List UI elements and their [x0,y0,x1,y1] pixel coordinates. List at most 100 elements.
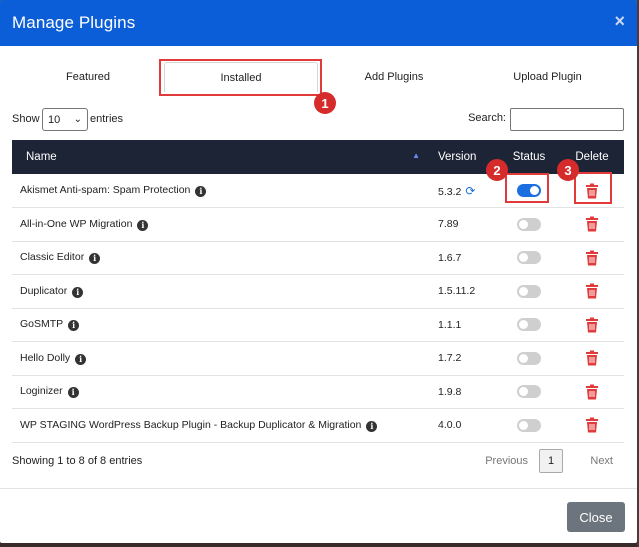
plugin-version: 1.6.7 [438,251,462,264]
status-toggle[interactable] [517,217,541,231]
trash-icon[interactable] [585,417,599,433]
search-label: Search: [468,112,506,124]
status-toggle[interactable] [517,351,541,365]
column-header-name-label: Name [26,151,57,163]
next-page-button[interactable]: Next [590,455,613,467]
table-row: All-in-One WP Migration i 7.89 [12,208,624,242]
plugin-name-cell: Duplicator i [12,275,428,309]
plugin-name-cell: Hello Dolly i [12,342,428,376]
plugin-version: 5.3.2 [438,185,462,198]
plugin-version: 7.89 [438,218,459,231]
table-controls: Show 10 ⌄ entries Search: [12,108,624,132]
plugin-status-cell [498,308,560,342]
plugin-version: 1.9.8 [438,385,462,398]
info-icon[interactable]: i [89,253,101,265]
tab-featured[interactable]: Featured [0,62,176,92]
plugin-version-cell: 1.9.8 [428,375,498,409]
plugin-delete-cell [560,208,624,242]
plugin-name: Hello Dolly [20,351,71,364]
highlight-installed-tab [159,59,322,96]
status-toggle[interactable] [517,385,541,399]
table-row: Classic Editor i 1.6.7 [12,241,624,275]
close-button[interactable]: Close [567,502,625,532]
refresh-icon[interactable]: ⟳ [465,184,475,198]
status-toggle[interactable] [517,251,541,265]
plugin-version-cell: 1.5.11.2 [428,275,498,309]
table-row: Duplicator i 1.5.11.2 [12,275,624,309]
info-icon[interactable]: i [366,420,378,432]
plugin-name: Loginizer [20,385,63,398]
entries-value: 10 [48,113,61,126]
plugin-status-cell [498,342,560,376]
entries-select[interactable]: 10 ⌄ [42,108,88,131]
previous-page-button[interactable]: Previous [485,455,528,467]
trash-icon[interactable] [585,317,599,333]
info-icon[interactable]: i [67,387,79,399]
info-icon[interactable]: i [75,353,87,365]
plugin-version-cell: 1.6.7 [428,241,498,275]
plugin-version: 4.0.0 [438,419,462,432]
plugin-version-cell: 5.3.2 ⟳ [428,174,498,208]
table-header-row: Name ▲ Version Status Delete [12,140,624,174]
modal-title: Manage Plugins [12,13,136,32]
trash-icon[interactable] [585,384,599,400]
highlight-delete-button [574,172,612,204]
backdrop [0,543,639,547]
plugin-name: All-in-One WP Migration [20,217,133,230]
plugin-name: Classic Editor [20,251,85,264]
info-icon[interactable]: i [72,286,84,298]
plugin-name-cell: WP STAGING WordPress Backup Plugin - Bac… [12,409,428,443]
status-toggle[interactable] [517,284,541,298]
annotation-badge-2: 2 [486,159,508,181]
plugin-name-cell: All-in-One WP Migration i [12,208,428,242]
plugin-version-cell: 7.89 [428,208,498,242]
plugin-name: GoSMTP [20,318,64,331]
entries-label: entries [90,113,124,125]
sort-asc-icon[interactable]: ▲ [412,151,420,160]
plugin-version: 1.5.11.2 [438,285,476,298]
plugin-name: Duplicator [20,284,68,297]
plugin-version-cell: 1.1.1 [428,308,498,342]
show-label: Show [12,113,40,125]
chevron-down-icon: ⌄ [73,114,82,125]
page-1-button[interactable]: 1 [539,449,563,473]
close-icon[interactable]: × [614,11,625,32]
plugin-name-cell: Loginizer i [12,375,428,409]
plugin-name-cell: Classic Editor i [12,241,428,275]
info-icon[interactable]: i [195,186,207,197]
info-icon[interactable]: i [137,219,149,231]
trash-icon[interactable] [585,350,599,366]
plugin-status-cell [498,375,560,409]
trash-icon[interactable] [585,283,599,299]
plugin-status-cell [498,208,560,242]
plugin-status-cell [498,409,560,443]
column-header-name[interactable]: Name ▲ [12,140,428,174]
plugin-name-cell: GoSMTP i [12,308,428,342]
tab-add-plugins[interactable]: Add Plugins [318,62,470,92]
trash-icon[interactable] [585,216,599,232]
table-row: GoSMTP i 1.1.1 [12,308,624,342]
plugin-name-cell: Akismet Anti-spam: Spam Protection i [12,174,428,208]
annotation-badge-3: 3 [557,159,579,181]
status-toggle[interactable] [517,418,541,432]
table-info: Showing 1 to 8 of 8 entries [12,455,143,467]
trash-icon[interactable] [585,250,599,266]
plugin-version-cell: 1.7.2 [428,342,498,376]
plugin-status-cell [498,241,560,275]
plugin-name: Akismet Anti-spam: Spam Protection [20,184,191,196]
plugin-delete-cell [560,308,624,342]
footer-divider [0,488,637,489]
info-icon[interactable]: i [68,320,80,332]
plugin-version: 1.7.2 [438,352,462,365]
manage-plugins-modal: Manage Plugins × Featured Installed Add … [0,0,637,543]
tab-upload-plugin[interactable]: Upload Plugin [470,62,625,92]
plugin-delete-cell [560,342,624,376]
table-row: WP STAGING WordPress Backup Plugin - Bac… [12,409,624,443]
plugin-name: WP STAGING WordPress Backup Plugin - Bac… [20,418,362,431]
table-row: Loginizer i 1.9.8 [12,375,624,409]
search-input[interactable] [510,108,624,131]
plugin-delete-cell [560,375,624,409]
highlight-status-toggle [505,173,549,203]
plugin-delete-cell [560,275,624,309]
status-toggle[interactable] [517,318,541,332]
